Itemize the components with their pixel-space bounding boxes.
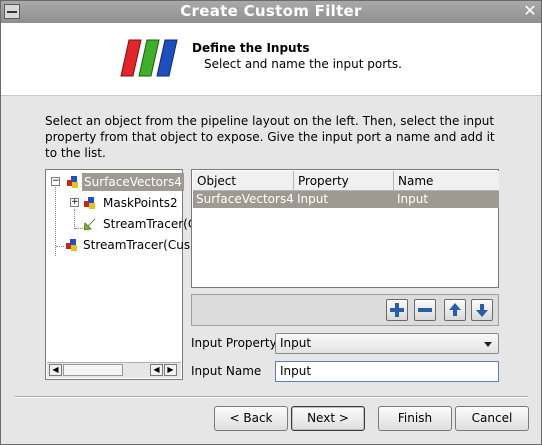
tree-branch-line bbox=[56, 246, 64, 247]
input-name-field[interactable]: Input bbox=[275, 361, 499, 382]
cell-name: Input bbox=[397, 192, 429, 206]
scroll-right-icon[interactable]: ▶ bbox=[164, 364, 177, 376]
filter-icon bbox=[66, 239, 77, 251]
add-button[interactable] bbox=[386, 299, 408, 321]
table-actions-bar bbox=[191, 294, 499, 326]
tree-branch-line bbox=[74, 209, 75, 229]
next-button[interactable]: Next > bbox=[291, 406, 365, 431]
expand-icon[interactable]: + bbox=[70, 198, 79, 207]
tree-branch-line bbox=[75, 228, 83, 229]
step-subtitle: Select and name the input ports. bbox=[204, 57, 402, 71]
step-title: Define the Inputs bbox=[192, 41, 310, 55]
tree-horizontal-scrollbar[interactable]: ◀ ◀ ▶ bbox=[47, 362, 181, 378]
create-custom-filter-dialog: Create Custom Filter ✕ Define the Inputs… bbox=[0, 0, 542, 445]
title-bar[interactable]: Create Custom Filter ✕ bbox=[1, 1, 541, 24]
finish-button[interactable]: Finish bbox=[378, 406, 452, 431]
input-property-select[interactable]: Input bbox=[275, 333, 499, 354]
collapse-icon[interactable]: − bbox=[51, 177, 60, 186]
down-arrow-icon bbox=[476, 304, 488, 317]
input-property-label: Input Property bbox=[191, 336, 277, 350]
tree-item-label: StreamTracer(C bbox=[103, 217, 197, 231]
tree-item-label: StreamTracer(Cus bbox=[83, 238, 191, 252]
table-header: Object Property Name bbox=[193, 171, 499, 191]
window-title: Create Custom Filter bbox=[180, 2, 362, 20]
column-header-name[interactable]: Name bbox=[394, 171, 499, 191]
filter-icon bbox=[84, 197, 95, 209]
add-icon bbox=[390, 303, 404, 317]
scroll-left-icon[interactable]: ◀ bbox=[49, 364, 62, 376]
move-up-button[interactable] bbox=[444, 299, 466, 321]
remove-icon bbox=[418, 308, 432, 312]
remove-button[interactable] bbox=[414, 299, 436, 321]
pipeline-tree[interactable]: − SurfaceVectors4 + MaskPoints2 StreamTr… bbox=[45, 169, 196, 380]
tree-item-label: SurfaceVectors4 bbox=[82, 173, 184, 191]
divider bbox=[15, 396, 528, 398]
back-button[interactable]: < Back bbox=[214, 406, 288, 431]
input-property-value: Input bbox=[280, 336, 312, 350]
inputs-table[interactable]: Object Property Name SurfaceVectors4 Inp… bbox=[191, 169, 499, 288]
filter-icon bbox=[67, 176, 78, 188]
cell-property: Input bbox=[297, 192, 329, 206]
close-icon[interactable]: ✕ bbox=[522, 3, 538, 20]
scrollbar-thumb[interactable] bbox=[63, 364, 123, 376]
column-header-property[interactable]: Property bbox=[294, 171, 394, 191]
up-arrow-icon bbox=[449, 303, 461, 316]
move-down-button[interactable] bbox=[471, 299, 493, 321]
paraview-logo-icon bbox=[120, 39, 178, 77]
cancel-button[interactable]: Cancel bbox=[455, 406, 529, 431]
tree-item-label: MaskPoints2 bbox=[103, 196, 178, 210]
scroll-left-icon[interactable]: ◀ bbox=[150, 364, 163, 376]
column-header-object[interactable]: Object bbox=[193, 171, 294, 191]
instructions-text: Select an object from the pipeline layou… bbox=[45, 114, 495, 160]
input-name-label: Input Name bbox=[191, 364, 262, 378]
streamtracer-icon bbox=[84, 218, 96, 230]
chevron-down-icon bbox=[484, 342, 492, 347]
wizard-header: Define the Inputs Select and name the in… bbox=[1, 23, 541, 96]
cell-object: SurfaceVectors4 bbox=[196, 192, 294, 206]
table-row[interactable]: SurfaceVectors4 Input Input bbox=[193, 191, 499, 208]
